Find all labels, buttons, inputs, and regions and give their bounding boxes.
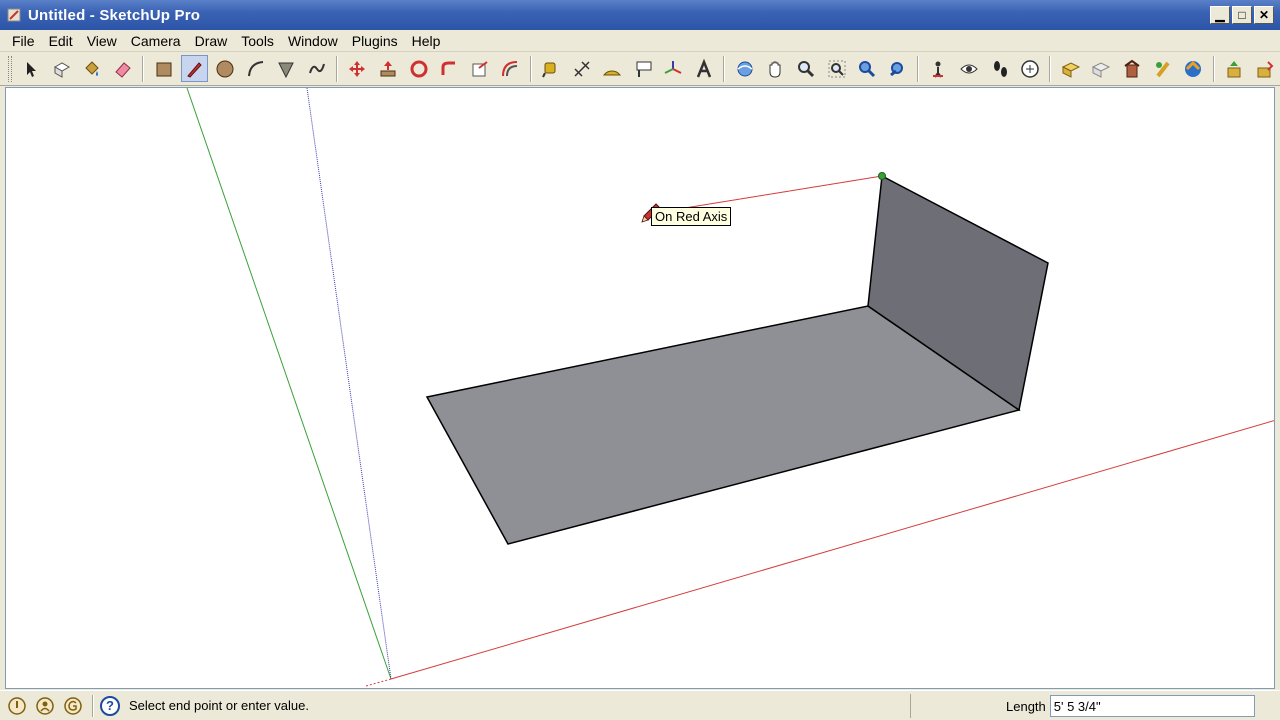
menu-edit[interactable]: Edit — [42, 31, 80, 51]
add-new-building-icon[interactable] — [1119, 55, 1146, 82]
measurement-input[interactable] — [1049, 695, 1255, 717]
measurement-label: Length — [1006, 698, 1046, 714]
select-icon[interactable] — [18, 55, 45, 82]
paint-bucket-icon[interactable] — [79, 55, 106, 82]
toolbar-separator — [142, 55, 145, 82]
tape-measure-icon[interactable] — [538, 55, 565, 82]
menu-tools[interactable]: Tools — [234, 31, 281, 51]
orbit-icon[interactable] — [731, 55, 758, 82]
zoom-icon[interactable] — [793, 55, 820, 82]
move-icon[interactable] — [344, 55, 371, 82]
offset-icon[interactable] — [497, 55, 524, 82]
menu-camera[interactable]: Camera — [124, 31, 188, 51]
help-icon[interactable]: ? — [100, 695, 120, 716]
status-separator — [92, 694, 94, 717]
window-controls: ▁ □ ✕ — [1210, 6, 1274, 24]
photo-textures-icon[interactable] — [1149, 55, 1176, 82]
menu-view[interactable]: View — [80, 31, 124, 51]
sketchup-app-icon[interactable] — [6, 7, 22, 23]
window-title: Untitled - SketchUp Pro — [28, 6, 201, 24]
geo-location-icon[interactable] — [6, 695, 28, 717]
zoom-extents-icon[interactable] — [854, 55, 881, 82]
maximize-button[interactable]: □ — [1232, 6, 1252, 24]
share-component-icon[interactable] — [1251, 55, 1278, 82]
menu-bar: File Edit View Camera Draw Tools Window … — [0, 30, 1280, 52]
axes-icon[interactable] — [660, 55, 687, 82]
eraser-icon[interactable] — [110, 55, 137, 82]
arc-icon[interactable] — [242, 55, 269, 82]
section-plane-icon[interactable] — [1017, 55, 1044, 82]
blue-axis — [306, 88, 392, 680]
previous-view-icon[interactable] — [884, 55, 911, 82]
toolbar-grip[interactable] — [8, 55, 12, 82]
model-canvas[interactable] — [6, 88, 1275, 689]
zoom-window-icon[interactable] — [823, 55, 850, 82]
dimension-icon[interactable] — [568, 55, 595, 82]
freehand-icon[interactable] — [303, 55, 330, 82]
red-axis-negative — [365, 678, 392, 687]
toolbar-separator — [336, 55, 339, 82]
look-around-icon[interactable] — [956, 55, 983, 82]
menu-draw[interactable]: Draw — [188, 31, 235, 51]
inference-tooltip: On Red Axis — [651, 207, 732, 226]
main-toolbar — [0, 52, 1280, 86]
toolbar-separator — [723, 55, 726, 82]
protractor-icon[interactable] — [599, 55, 626, 82]
close-button[interactable]: ✕ — [1254, 6, 1274, 24]
get-models-icon[interactable] — [1180, 55, 1207, 82]
push-pull-icon[interactable] — [375, 55, 402, 82]
menu-window[interactable]: Window — [281, 31, 345, 51]
status-message: Select end point or enter value. — [129, 698, 309, 713]
minimize-button[interactable]: ▁ — [1210, 6, 1230, 24]
toolbar-separator — [1049, 55, 1052, 82]
position-camera-icon[interactable] — [925, 55, 952, 82]
credits-icon[interactable] — [34, 695, 56, 717]
toolbar-separator — [917, 55, 920, 82]
menu-plugins[interactable]: Plugins — [345, 31, 405, 51]
get-current-view-icon[interactable] — [1057, 55, 1084, 82]
google-sign-in-icon[interactable] — [62, 695, 84, 717]
scale-icon[interactable] — [467, 55, 494, 82]
drawing-viewport[interactable]: On Red Axis — [5, 87, 1275, 689]
green-axis — [186, 88, 392, 680]
polygon-icon[interactable] — [273, 55, 300, 82]
text-icon[interactable] — [630, 55, 657, 82]
toolbar-separator — [529, 55, 532, 82]
3d-text-icon[interactable] — [691, 55, 718, 82]
title-bar: Untitled - SketchUp Pro ▁ □ ✕ — [0, 0, 1280, 30]
follow-me-icon[interactable] — [436, 55, 463, 82]
rectangle-icon[interactable] — [150, 55, 177, 82]
toggle-terrain-icon[interactable] — [1088, 55, 1115, 82]
make-component-icon[interactable] — [49, 55, 76, 82]
menu-file[interactable]: File — [5, 31, 42, 51]
rotate-icon[interactable] — [405, 55, 432, 82]
endpoint-marker — [878, 172, 886, 180]
walk-icon[interactable] — [986, 55, 1013, 82]
line-pencil-icon[interactable] — [181, 55, 208, 82]
measurements-box: Length — [910, 694, 1255, 718]
share-model-icon[interactable] — [1221, 55, 1248, 82]
pan-icon[interactable] — [762, 55, 789, 82]
circle-icon[interactable] — [212, 55, 239, 82]
menu-help[interactable]: Help — [405, 31, 448, 51]
status-bar: ? Select end point or enter value. Lengt… — [0, 690, 1280, 720]
toolbar-separator — [1212, 55, 1215, 82]
